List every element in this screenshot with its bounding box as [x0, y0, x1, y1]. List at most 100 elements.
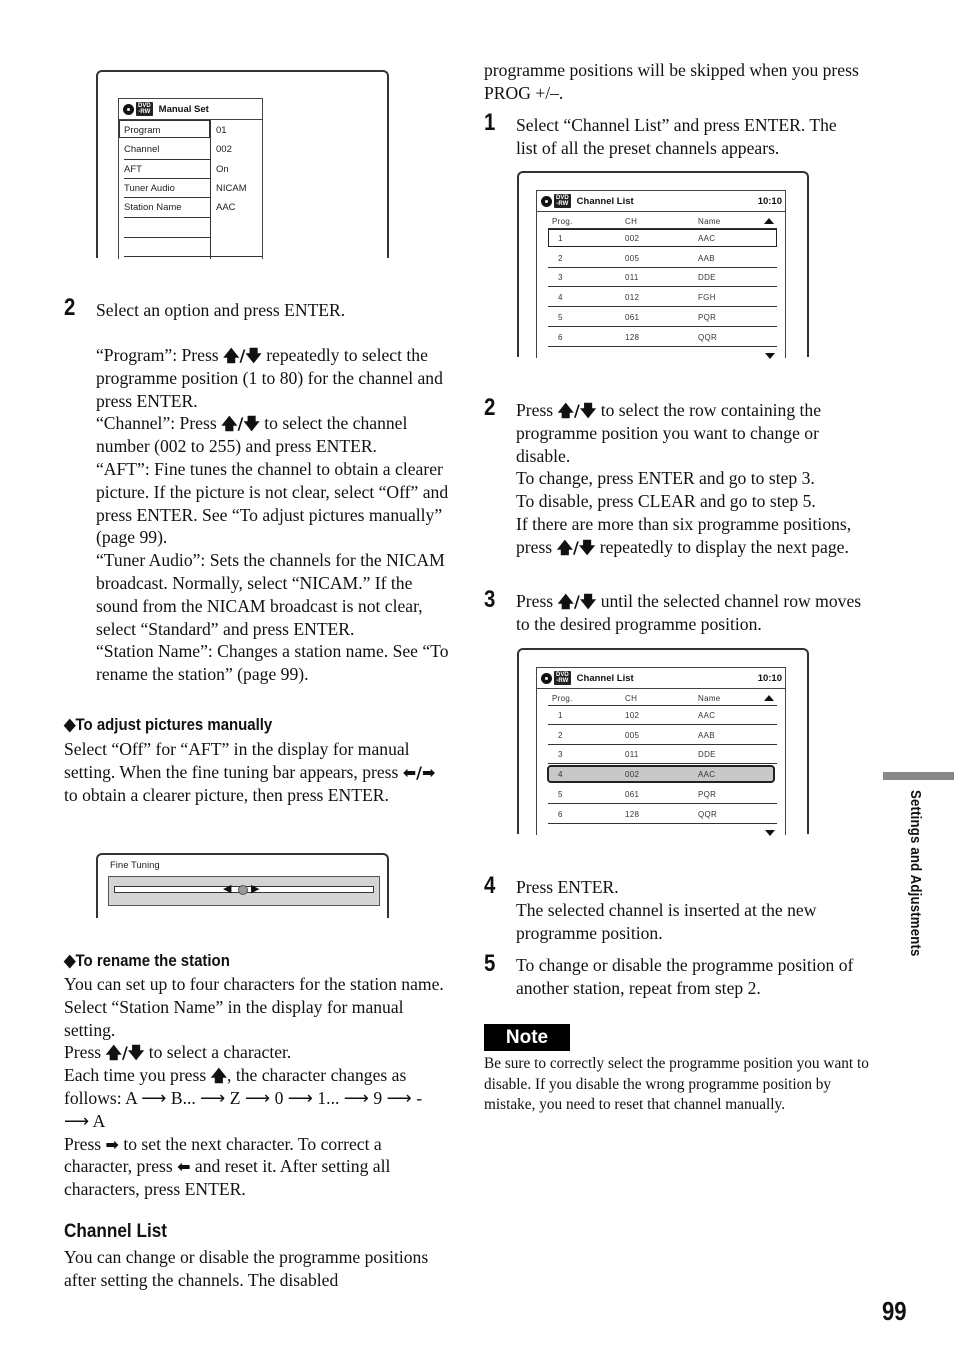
- column-header-ch: CH: [625, 694, 638, 703]
- channel-row[interactable]: [548, 308, 777, 326]
- channel-row[interactable]: [548, 288, 777, 306]
- rename-station-text: You can set up to four characters for th…: [64, 974, 444, 1200]
- scroll-down-icon[interactable]: [765, 830, 775, 836]
- channel-row[interactable]: [548, 328, 777, 346]
- manual-set-row-value: AAC: [216, 202, 236, 213]
- cell-name: DDE: [698, 273, 716, 283]
- manual-set-row-label[interactable]: Channel: [124, 144, 159, 155]
- channel-row-selected[interactable]: [547, 765, 775, 784]
- scroll-down-icon[interactable]: [765, 353, 775, 359]
- cell-name: AAC: [698, 770, 716, 780]
- dvd-rw-badge-icon: DVD -RW: [554, 194, 571, 208]
- manual-set-row-label[interactable]: Station Name: [124, 202, 182, 213]
- disc-icon: [123, 103, 134, 115]
- adjust-pictures-heading: ◆To adjust pictures manually: [64, 715, 273, 734]
- menu-title: Channel List: [576, 672, 634, 684]
- continued-text: programme positions will be skipped when…: [484, 60, 859, 103]
- step-number: 4: [484, 872, 496, 899]
- fine-tuning-title: Fine Tuning: [110, 860, 160, 871]
- channel-list-screen-2: DVD -RW Channel List 10:10 Prog. CH Name …: [517, 648, 809, 836]
- row-divider: [124, 159, 210, 160]
- disc-icon: [541, 195, 552, 207]
- manual-set-row-label[interactable]: Tuner Audio: [124, 183, 175, 194]
- section-tab-label: Settings and Adjustments: [907, 790, 924, 957]
- menu-title-bar: DVD -RW Channel List 10:10: [537, 668, 785, 689]
- adjust-pictures-text: Select “Off” for “AFT” in the display fo…: [64, 739, 436, 805]
- cell-name: AAB: [698, 253, 715, 263]
- cell-prog: 1: [558, 234, 563, 243]
- cell-ch: 002: [625, 234, 640, 243]
- step-5-text: To change or disable the programme posit…: [516, 955, 854, 998]
- row-divider: [548, 345, 777, 347]
- left-arrow-icon: ◀: [223, 882, 232, 895]
- cell-prog: 4: [558, 770, 563, 780]
- dvd-rw-badge-icon: DVD -RW: [136, 102, 153, 116]
- left-arrow-icon: ⬅: [177, 1157, 191, 1177]
- cell-ch: 061: [625, 312, 640, 322]
- scroll-up-icon[interactable]: [764, 218, 774, 224]
- station-name-description: “Station Name”: Changes a station name. …: [96, 641, 449, 685]
- channel-row[interactable]: [548, 805, 777, 823]
- channel-description: “Channel”: Press 🡅/🡇 to select the chann…: [96, 413, 408, 457]
- menu-title-bar: DVD -RW Channel List 10:10: [537, 191, 785, 212]
- channel-row[interactable]: [548, 726, 777, 744]
- step-number: 2: [484, 394, 496, 421]
- header-divider: [548, 705, 777, 706]
- cell-prog: 6: [558, 332, 563, 342]
- section-tab-bar: [883, 772, 954, 780]
- step-2-details: “Program”: Press 🡅/🡇 repeatedly to selec…: [96, 344, 450, 686]
- row-divider: [124, 197, 210, 198]
- fine-tuning-screen: Fine Tuning ◀ ▶: [96, 853, 389, 918]
- channel-list-intro: You can change or disable the programme …: [64, 1247, 429, 1290]
- column-header-prog: Prog.: [552, 694, 573, 703]
- manual-set-row-label[interactable]: Program: [124, 125, 160, 136]
- cell-prog: 6: [558, 809, 563, 819]
- cell-name: QQR: [698, 332, 718, 342]
- menu-title-bar: DVD -RW Manual Set: [119, 99, 262, 120]
- column-header-name: Name: [698, 694, 721, 703]
- channel-row[interactable]: [548, 268, 777, 286]
- manual-set-row-value: On: [216, 164, 229, 175]
- channel-row[interactable]: [548, 745, 777, 763]
- up-down-arrow-icon: 🡅/🡇: [557, 401, 597, 420]
- cell-ch: 128: [625, 809, 640, 819]
- channel-row[interactable]: [548, 706, 777, 724]
- clock-time: 10:10: [757, 673, 782, 684]
- column-header-prog: Prog.: [552, 217, 573, 226]
- manual-set-row-label[interactable]: AFT: [124, 164, 142, 175]
- cell-ch: 002: [625, 770, 640, 780]
- cell-name: PQR: [698, 312, 717, 322]
- channel-list-screen-1: DVD -RW Channel List 10:10 Prog. CH Name …: [517, 171, 809, 359]
- clock-time: 10:10: [757, 196, 782, 207]
- channel-list-menu: DVD -RW Channel List 10:10 Prog. CH Name …: [536, 667, 786, 835]
- dvd-rw-badge-icon: DVD -RW: [554, 671, 571, 685]
- page-number: 99: [882, 1296, 907, 1326]
- cell-prog: 5: [558, 789, 563, 799]
- row-divider: [124, 237, 210, 238]
- rename-station-heading: ◆To rename the station: [64, 951, 230, 970]
- step-3-text: Press 🡅/🡇 until the selected channel row…: [516, 591, 862, 634]
- note-label: Note: [484, 1024, 570, 1051]
- cell-name: QQR: [698, 809, 718, 819]
- cell-ch: 128: [625, 332, 640, 342]
- scroll-up-icon[interactable]: [764, 695, 774, 701]
- column-header-ch: CH: [625, 217, 638, 226]
- up-down-arrow-icon: 🡅/🡇: [556, 537, 596, 557]
- cell-prog: 5: [558, 312, 563, 322]
- cell-ch: 061: [625, 789, 640, 799]
- cell-ch: 102: [625, 711, 640, 720]
- cell-prog: 3: [558, 273, 563, 283]
- cell-prog: 4: [558, 293, 563, 303]
- channel-row[interactable]: [548, 785, 777, 803]
- cell-name: FGH: [698, 293, 716, 303]
- channel-row[interactable]: [548, 249, 777, 267]
- cell-name: AAC: [698, 234, 716, 243]
- cell-prog: 3: [558, 750, 563, 760]
- step-number: 1: [484, 109, 496, 136]
- cell-ch: 005: [625, 253, 640, 263]
- tuner-audio-description: “Tuner Audio”: Sets the channels for the…: [96, 550, 445, 639]
- cell-prog: 1: [558, 711, 563, 720]
- fine-tuning-handle[interactable]: ◀ ▶: [223, 882, 263, 896]
- cell-name: AAB: [698, 730, 715, 740]
- channel-row-selected[interactable]: [548, 229, 777, 247]
